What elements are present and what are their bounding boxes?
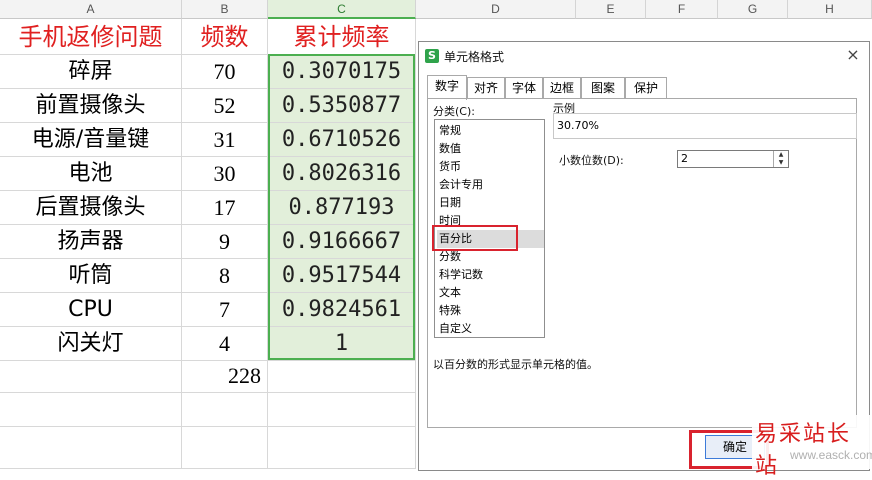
issue-cell[interactable]: 前置摄像头	[0, 89, 182, 123]
cell-empty[interactable]	[268, 393, 416, 427]
cell-empty[interactable]	[0, 393, 182, 427]
cell-empty[interactable]	[182, 393, 268, 427]
header-cell-issue[interactable]: 手机返修问题	[0, 19, 182, 55]
cell-empty[interactable]	[0, 359, 182, 393]
issue-cell[interactable]: 后置摄像头	[0, 191, 182, 225]
column-header-a[interactable]: A	[0, 0, 182, 19]
wps-sheet-icon: S	[425, 49, 439, 63]
category-item[interactable]: 常规	[437, 122, 544, 140]
cell-empty[interactable]	[182, 427, 268, 469]
column-header-h[interactable]: H	[788, 0, 872, 19]
format-description: 以百分数的形式显示单元格的值。	[433, 358, 598, 371]
decimal-places-value: 2	[681, 152, 688, 165]
tab-number[interactable]: 数字	[427, 75, 467, 100]
cumulative-frequency-cell[interactable]: 0.3070175	[268, 55, 416, 89]
percentage-highlight-box	[432, 225, 518, 251]
tab-pattern[interactable]: 图案	[581, 77, 625, 99]
cell-empty[interactable]	[268, 359, 416, 393]
issue-cell[interactable]: 扬声器	[0, 225, 182, 259]
column-header-e[interactable]: E	[576, 0, 646, 19]
tab-font[interactable]: 字体	[505, 77, 543, 99]
category-label: 分类(C):	[433, 105, 475, 118]
issue-cell[interactable]: 闪关灯	[0, 327, 182, 361]
count-cell[interactable]: 17	[182, 191, 268, 225]
issue-cell[interactable]: CPU	[0, 293, 182, 327]
cumulative-frequency-cell[interactable]: 0.9166667	[268, 225, 416, 259]
cumulative-frequency-cell[interactable]: 1	[268, 327, 416, 361]
issue-cell[interactable]: 听筒	[0, 259, 182, 293]
cell-empty[interactable]	[0, 427, 182, 469]
dialog-titlebar[interactable]: S 单元格格式 ×	[419, 42, 869, 70]
issue-cell[interactable]: 电源/音量键	[0, 123, 182, 157]
cumulative-frequency-cell[interactable]: 0.6710526	[268, 123, 416, 157]
count-cell[interactable]: 9	[182, 225, 268, 259]
category-item[interactable]: 文本	[437, 284, 544, 302]
column-header-g[interactable]: G	[718, 0, 788, 19]
count-cell[interactable]: 30	[182, 157, 268, 191]
total-cell[interactable]: 228	[182, 359, 268, 393]
category-item[interactable]: 日期	[437, 194, 544, 212]
count-cell[interactable]: 8	[182, 259, 268, 293]
spin-up-icon[interactable]: ▲	[774, 151, 788, 159]
decimal-places-input[interactable]: 2 ▲ ▼	[677, 150, 789, 168]
close-icon[interactable]: ×	[843, 45, 863, 65]
spin-down-icon[interactable]: ▼	[774, 159, 788, 167]
header-cell-count[interactable]: 频数	[182, 19, 268, 55]
format-cells-dialog: S 单元格格式 × 数字 对齐 字体 边框 图案 保护 分类(C): 常规 数值货…	[418, 41, 870, 471]
sample-preview: 30.70%	[553, 113, 857, 139]
dialog-title: 单元格格式	[444, 50, 505, 64]
decimal-places-spinner[interactable]: ▲ ▼	[773, 151, 788, 167]
cumulative-frequency-cell[interactable]: 0.877193	[268, 191, 416, 225]
tab-alignment[interactable]: 对齐	[467, 77, 505, 99]
issue-cell[interactable]: 电池	[0, 157, 182, 191]
category-item[interactable]: 自定义	[437, 320, 544, 338]
cumulative-frequency-cell[interactable]: 0.8026316	[268, 157, 416, 191]
count-cell[interactable]: 52	[182, 89, 268, 123]
cumulative-frequency-cell[interactable]: 0.9517544	[268, 259, 416, 293]
column-header-c[interactable]: C	[268, 0, 416, 19]
category-item[interactable]: 科学记数	[437, 266, 544, 284]
count-cell[interactable]: 70	[182, 55, 268, 89]
category-item[interactable]: 数值	[437, 140, 544, 158]
count-cell[interactable]: 31	[182, 123, 268, 157]
cumulative-frequency-cell[interactable]: 0.9824561	[268, 293, 416, 327]
cell-empty[interactable]	[268, 427, 416, 469]
column-header-d[interactable]: D	[416, 0, 576, 19]
issue-cell[interactable]: 碎屏	[0, 55, 182, 89]
category-item[interactable]: 货币	[437, 158, 544, 176]
column-header-b[interactable]: B	[182, 0, 268, 19]
header-cell-cumulative[interactable]: 累计频率	[268, 19, 416, 55]
watermark-url: www.easck.com	[790, 448, 872, 462]
decimal-places-label: 小数位数(D):	[559, 154, 624, 167]
tab-protection[interactable]: 保护	[625, 77, 667, 99]
category-item[interactable]: 特殊	[437, 302, 544, 320]
category-item[interactable]: 会计专用	[437, 176, 544, 194]
cumulative-frequency-cell[interactable]: 0.5350877	[268, 89, 416, 123]
count-cell[interactable]: 4	[182, 327, 268, 361]
tab-border[interactable]: 边框	[543, 77, 581, 99]
count-cell[interactable]: 7	[182, 293, 268, 327]
column-header-f[interactable]: F	[646, 0, 718, 19]
